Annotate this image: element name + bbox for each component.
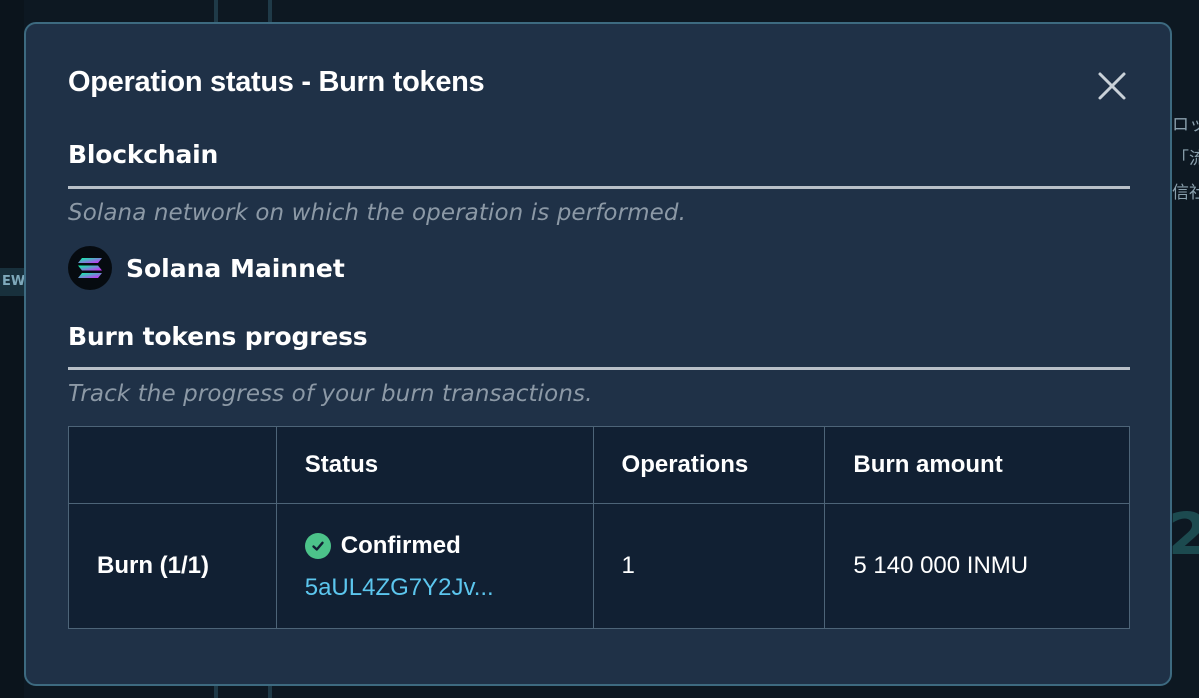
table-header-row: Status Operations Burn amount bbox=[68, 426, 1130, 504]
operation-status-modal: Operation status - Burn tokens Blockchai… bbox=[24, 22, 1172, 686]
column-header-operations: Operations bbox=[592, 426, 826, 504]
background-divider bbox=[214, 686, 218, 698]
blockchain-description: Solana network on which the operation is… bbox=[68, 200, 687, 226]
background-divider bbox=[268, 0, 272, 22]
progress-heading: Burn tokens progress bbox=[68, 322, 368, 351]
modal-title: Operation status - Burn tokens bbox=[68, 66, 485, 98]
column-header-empty bbox=[68, 426, 277, 504]
network-display: Solana Mainnet bbox=[68, 246, 345, 290]
transaction-link[interactable]: 5aUL4ZG7Y2Jv... bbox=[305, 574, 593, 602]
status-cell: Confirmed 5aUL4ZG7Y2Jv... bbox=[275, 503, 594, 629]
blockchain-divider bbox=[68, 186, 1130, 189]
column-header-burn-amount: Burn amount bbox=[824, 426, 1130, 504]
progress-divider bbox=[68, 367, 1130, 370]
background-divider bbox=[268, 686, 272, 698]
burn-progress-table: Status Operations Burn amount Burn (1/1)… bbox=[68, 426, 1130, 629]
progress-description: Track the progress of your burn transact… bbox=[68, 381, 593, 407]
burn-label: Burn (1/1) bbox=[68, 503, 277, 629]
check-circle-icon bbox=[304, 533, 331, 559]
close-button[interactable] bbox=[1094, 68, 1130, 104]
background-left-strip bbox=[0, 0, 24, 698]
status-confirmed: Confirmed bbox=[304, 532, 593, 560]
background-badge: EW bbox=[0, 268, 24, 296]
network-name: Solana Mainnet bbox=[126, 253, 345, 283]
column-header-status: Status bbox=[275, 426, 594, 504]
table-row: Burn (1/1) Confirmed 5aUL4ZG7Y2Jv... 1 5… bbox=[68, 503, 1130, 629]
operations-value: 1 bbox=[592, 503, 826, 629]
blockchain-heading: Blockchain bbox=[68, 140, 219, 169]
background-divider bbox=[214, 0, 218, 22]
background-number: 20 bbox=[1168, 500, 1199, 568]
close-icon bbox=[1098, 72, 1126, 100]
background-text: 「流 bbox=[1172, 149, 1199, 169]
solana-logo-icon bbox=[68, 246, 112, 290]
background-text: 信社 bbox=[1172, 183, 1199, 203]
status-text: Confirmed bbox=[340, 532, 461, 559]
burn-amount-value: 5 140 000 INMU bbox=[824, 503, 1130, 629]
background-text: ロッ bbox=[1172, 115, 1199, 135]
